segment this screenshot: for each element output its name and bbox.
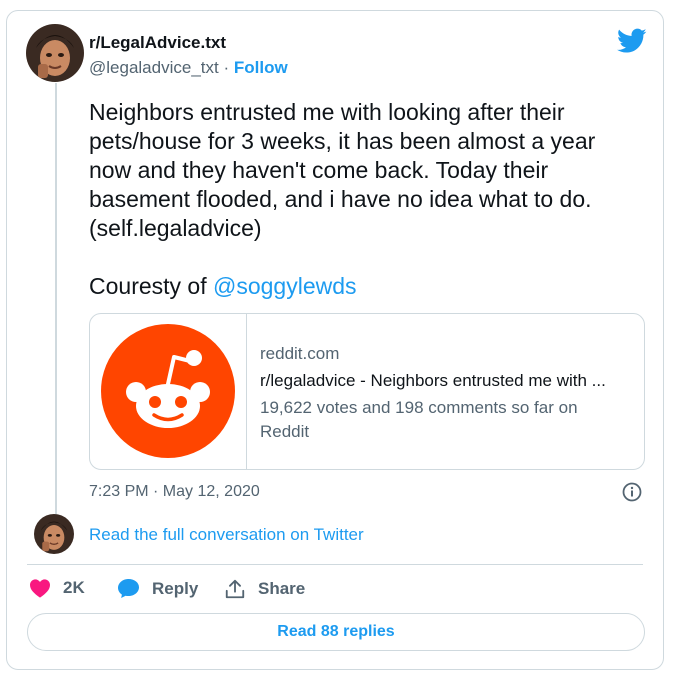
author-avatar[interactable] [26,24,84,82]
share-label: Share [258,579,306,598]
link-domain: reddit.com [260,344,340,363]
divider [27,564,643,565]
read-replies-button[interactable]: Read 88 replies [27,613,645,651]
tweet-text-line: Neighbors entrusted me with looking afte… [89,99,565,125]
tweet-text-line: pets/house for 3 weeks, it has been almo… [89,128,596,154]
heart-icon [30,579,50,598]
courtesy-prefix: Couresty of [89,273,207,299]
share-icon [225,579,245,599]
reply-label: Reply [152,578,199,598]
link-thumbnail [90,314,247,469]
avatar-photo [34,514,74,554]
like-button[interactable]: 2K [29,578,85,598]
tweet-text-line: basement flooded, and i have no idea wha… [89,186,592,212]
tweet-timestamp[interactable]: 7:23 PM · May 12, 2020 [89,483,260,501]
author-name[interactable]: r/LegalAdvice.txt [89,33,226,53]
link-preview-card[interactable]: reddit.com r/legaladvice - Neighbors ent… [89,313,645,470]
reply-bubble-icon [118,578,139,599]
tweet-text-line: now and they haven't come back. Today th… [89,157,549,183]
thread-line [55,83,57,515]
reply-button[interactable]: Reply [117,578,198,599]
link-description: 19,622 votes and 198 comments so far on … [260,398,578,441]
author-handle-row: @legaladvice_txt · Follow [89,58,288,78]
small-avatar[interactable] [34,514,74,554]
tweet-text-line: (self.legaladvice) [89,215,262,241]
separator-dot: · [223,58,230,77]
read-conversation-link[interactable]: Read the full conversation on Twitter [89,525,364,545]
tweet-text: Neighbors entrusted me with looking afte… [89,98,629,243]
share-button[interactable]: Share [224,578,305,600]
link-title: r/legaladvice - Neighbors entrusted me w… [260,371,606,390]
mention-link[interactable]: @soggylewds [213,273,357,299]
courtesy-line: Couresty of @soggylewds [89,272,357,301]
follow-button[interactable]: Follow [234,58,288,77]
author-handle[interactable]: @legaladvice_txt [89,58,219,77]
like-count: 2K [63,578,85,597]
avatar-photo [26,24,84,82]
info-icon[interactable] [622,482,642,507]
twitter-bird-icon[interactable] [617,28,647,59]
reddit-logo-icon [101,324,235,458]
